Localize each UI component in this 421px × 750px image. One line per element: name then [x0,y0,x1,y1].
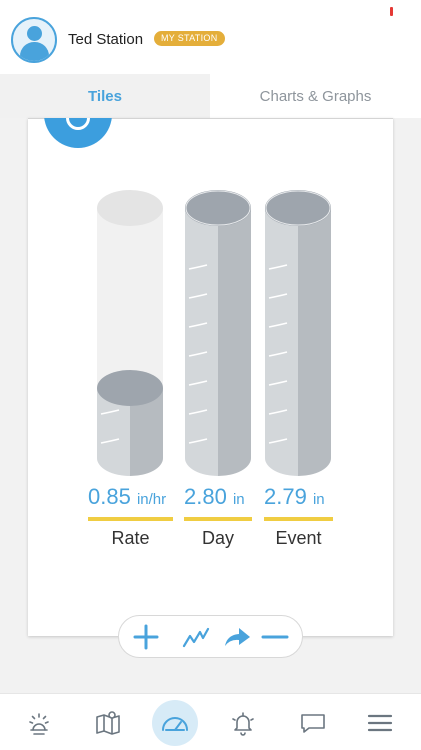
event-label: Event [275,528,322,548]
event-value: 2.79 [264,484,307,509]
rate-underline [88,517,173,521]
event-underline [264,517,333,521]
rate-unit: in/hr [136,491,167,508]
share-arrow-icon[interactable] [222,622,252,652]
gauge-dashboard-icon[interactable] [152,700,198,746]
trend-line-icon[interactable] [181,622,211,652]
rate-value: 0.85 [88,484,131,509]
chat-bubble-icon[interactable] [293,703,333,743]
weather-sun-icon[interactable] [19,703,59,743]
day-gauge-fill-left [185,208,218,458]
event-gauge-fill-left [265,208,298,458]
day-underline [184,517,252,521]
event-gauge-fill-base-right [298,458,331,476]
rate-gauge-fill-base-right [130,458,163,476]
bottom-navigation [0,693,421,750]
day-label: Day [201,528,234,548]
event-gauge-surface [265,190,331,226]
rate-label: Rate [111,528,150,548]
plus-icon[interactable] [131,622,161,652]
bell-alert-icon[interactable] [223,703,263,743]
rate-gauge-fill-base-left [97,458,130,476]
day-gauge-fill-base-left [185,458,218,476]
rate-gauge-surface [97,370,163,406]
event-value-display: 2.79 in [264,484,325,510]
day-gauge-surface [185,190,251,226]
minus-icon[interactable] [260,622,290,652]
event-gauge-fill-right [298,208,331,458]
day-unit: in [232,491,245,508]
tile-toolbar [118,615,303,658]
map-icon[interactable] [88,703,128,743]
day-value: 2.80 [184,484,227,509]
day-gauge-fill-base-right [218,458,251,476]
hamburger-menu-icon[interactable] [360,703,400,743]
event-gauge-fill-base-left [265,458,298,476]
rate-value-display: 0.85 in/hr [88,484,166,510]
day-value-display: 2.80 in [184,484,245,510]
rate-gauge-top-cap [97,190,163,226]
day-gauge-fill-right [218,208,251,458]
event-unit: in [312,491,325,508]
